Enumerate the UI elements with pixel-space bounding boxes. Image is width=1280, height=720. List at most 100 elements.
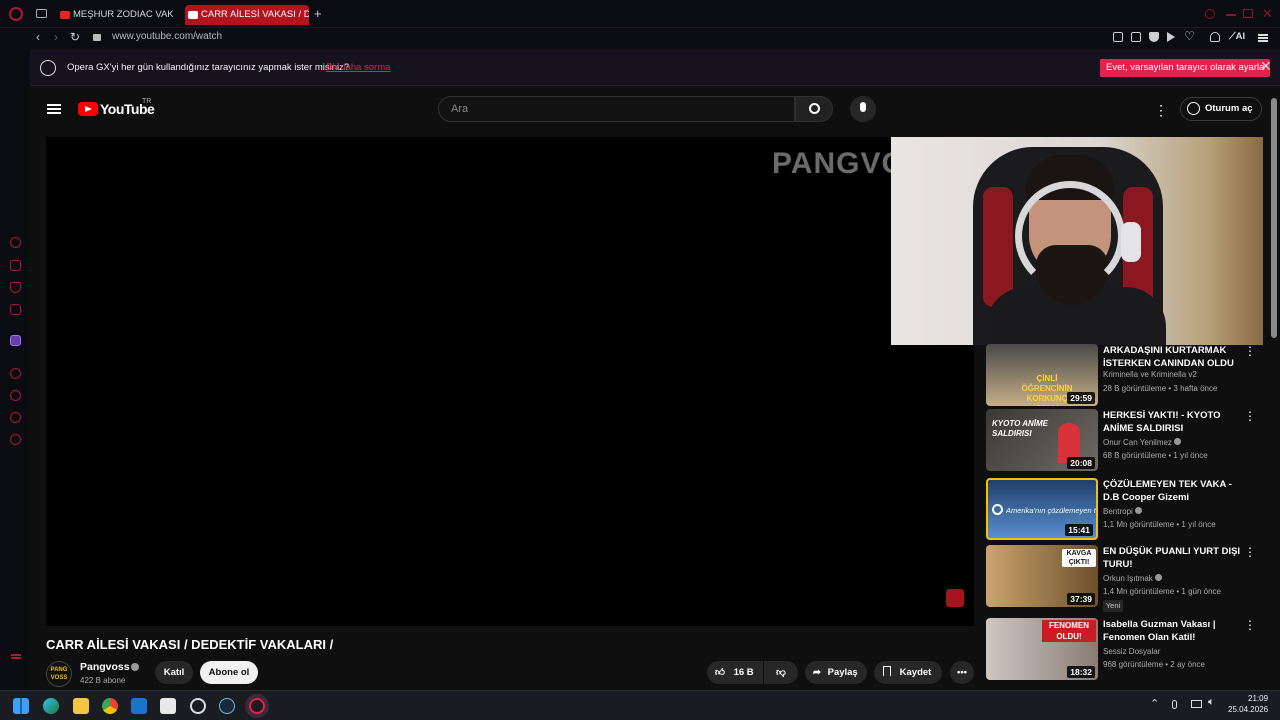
channel-watermark: PANGVO <box>772 147 906 180</box>
new-tab-button[interactable]: + <box>314 6 322 21</box>
search-icon <box>809 103 820 114</box>
play-icon[interactable] <box>1167 32 1175 42</box>
video-thumbnail[interactable]: KAVGA ÇIKTI! 37:39 <box>986 545 1098 607</box>
recommendation-channel[interactable]: Kriminella ve Kriminella v2 <box>1103 370 1197 379</box>
back-icon[interactable]: ‹ <box>36 30 40 44</box>
youtube-favicon-icon <box>188 11 198 19</box>
sidebar-shield-icon[interactable] <box>10 282 21 293</box>
tray-volume-icon[interactable]: 🔈︎ <box>1208 696 1215 709</box>
bookmark-bar-icon[interactable] <box>1131 32 1141 42</box>
search-tabs-icon[interactable] <box>1205 9 1215 19</box>
recommendation-menu-icon[interactable]: ⋮ <box>1244 618 1256 632</box>
channel-name[interactable]: Pangvoss <box>80 661 130 673</box>
reload-icon[interactable]: ↻ <box>70 30 80 44</box>
settings-kebab-icon[interactable]: ⋮ <box>1154 102 1168 119</box>
opera-logo-icon[interactable] <box>9 7 23 21</box>
youtube-logo-icon[interactable] <box>78 102 98 116</box>
channel-avatar[interactable]: PANG VOSS <box>46 661 72 687</box>
forward-icon[interactable]: › <box>54 30 58 44</box>
youtube-branding-icon[interactable] <box>946 589 964 607</box>
tray-display-icon[interactable] <box>1191 700 1202 708</box>
close-prompt-icon[interactable]: ✕ <box>1260 58 1272 75</box>
tray-chevron-icon[interactable]: ⌃ <box>1150 697 1159 710</box>
opera-gx-icon[interactable] <box>249 698 265 714</box>
shield-icon[interactable] <box>1149 32 1159 42</box>
join-button[interactable]: Katıl <box>155 661 193 684</box>
sidebar-settings-icon[interactable] <box>10 434 21 445</box>
set-default-button[interactable]: Evet, varsayılan tarayıcı olarak ayarla <box>1100 59 1271 77</box>
like-button[interactable]: 👍︎ 16 B <box>707 661 763 684</box>
tab-switcher-icon[interactable] <box>36 9 47 18</box>
recommendation-title[interactable]: ARKADAŞINI KURTARMAK İSTERKEN CANINDAN O… <box>1103 344 1243 370</box>
ai-button[interactable]: ⟋AI <box>1229 31 1245 42</box>
sign-in-button[interactable]: Oturum aç <box>1180 97 1262 121</box>
recommendation-channel[interactable]: Bentropi <box>1103 507 1143 516</box>
snapshot-icon[interactable] <box>1113 32 1123 42</box>
recommendation-item[interactable]: Amerika'nın çözülemeyen tek davası 15:41… <box>986 478 1266 542</box>
recommendation-item[interactable]: KAVGA ÇIKTI! 37:39 EN DÜŞÜK PUANLI YURT … <box>986 545 1266 612</box>
share-button[interactable]: ➦ Paylaş <box>805 661 867 684</box>
recommendation-item[interactable]: FENOMEN OLDU! 18:32 Isabella Guzman Vaka… <box>986 618 1266 682</box>
recommendation-title[interactable]: HERKESİ YAKTI! - KYOTO ANİME SALDIRISI <box>1103 409 1243 435</box>
chatgpt-icon[interactable] <box>190 698 206 714</box>
guide-menu-icon[interactable] <box>47 104 61 106</box>
outlook-icon[interactable] <box>131 698 147 714</box>
more-actions-button[interactable]: ••• <box>950 661 974 684</box>
dislike-button[interactable]: 👎︎ <box>764 661 798 684</box>
close-window-button[interactable]: ✕ <box>1262 6 1273 22</box>
taskbar-clock[interactable]: 21:09 25.04.2026 <box>1228 693 1268 715</box>
minimize-button[interactable] <box>1226 14 1236 16</box>
recommendation-meta: 68 B görüntüleme • 1 yıl önce <box>1103 451 1208 460</box>
url-input[interactable]: www.youtube.com/watch <box>112 31 222 42</box>
recommendation-item[interactable]: KYOTO ANİME SALDIRISI 20:08 HERKESİ YAKT… <box>986 409 1266 473</box>
chrome-icon[interactable] <box>102 698 118 714</box>
browser-tabbar: MEŞHUR ZODIAC VAKASI CARR AİLESİ VAKASI … <box>0 0 1280 28</box>
video-thumbnail[interactable]: ÇİNLİ ÖĞRENCİNİN KORKUNÇ SONU 29:59 <box>986 344 1098 406</box>
video-player[interactable]: PANGVO <box>46 137 974 626</box>
sidebar-gx-icon[interactable] <box>10 237 21 248</box>
recommendation-menu-icon[interactable]: ⋮ <box>1244 344 1256 358</box>
heart-icon[interactable]: ♡ <box>1184 29 1195 43</box>
save-button[interactable]: Kaydet <box>874 661 942 684</box>
video-thumbnail[interactable]: KYOTO ANİME SALDIRISI 20:08 <box>986 409 1098 471</box>
microphone-icon <box>860 102 866 112</box>
recommendation-title[interactable]: EN DÜŞÜK PUANLI YURT DIŞI TURU! <box>1103 545 1243 571</box>
store-icon[interactable] <box>160 698 176 714</box>
opera-prompt-icon <box>40 60 56 76</box>
tab-carr[interactable]: CARR AİLESİ VAKASI / DEDEKTİF <box>185 5 309 25</box>
search-button[interactable] <box>795 96 833 122</box>
file-explorer-icon[interactable] <box>73 698 89 714</box>
sidebar-history-icon[interactable] <box>10 390 21 401</box>
sidebar-clock-icon[interactable] <box>10 412 21 423</box>
maximize-button[interactable] <box>1243 9 1253 18</box>
recommendation-item[interactable]: ÇİNLİ ÖĞRENCİNİN KORKUNÇ SONU 29:59 ARKA… <box>986 344 1266 408</box>
recommendation-title[interactable]: Isabella Guzman Vakası | Fenomen Olan Ka… <box>1103 618 1243 644</box>
profile-icon[interactable] <box>1210 32 1220 42</box>
video-thumbnail[interactable]: FENOMEN OLDU! 18:32 <box>986 618 1098 680</box>
recommendation-channel[interactable]: Orkun Işıtmak <box>1103 574 1163 583</box>
tray-mic-icon[interactable] <box>1172 700 1177 709</box>
sidebar-twitch-icon[interactable] <box>10 335 21 346</box>
page-scrollbar[interactable] <box>1271 98 1277 338</box>
sidebar-discord-icon[interactable] <box>10 368 21 379</box>
tab-zodiac[interactable]: MEŞHUR ZODIAC VAKASI <box>57 5 173 25</box>
recommendation-menu-icon[interactable]: ⋮ <box>1244 409 1256 423</box>
recommendation-meta: 968 görüntüleme • 2 ay önce <box>1103 660 1205 669</box>
steam-icon[interactable] <box>219 698 235 714</box>
sidebar-more-icon[interactable] <box>11 654 21 656</box>
windows-start-icon[interactable] <box>13 698 29 714</box>
video-thumbnail[interactable]: Amerika'nın çözülemeyen tek davası 15:41 <box>986 478 1098 540</box>
recommendation-menu-icon[interactable]: ⋮ <box>1244 545 1256 559</box>
sidebar-player-icon[interactable] <box>10 304 21 315</box>
dont-ask-link[interactable]: Bir daha sorma <box>326 62 390 73</box>
edge-icon[interactable] <box>43 698 59 714</box>
sidebar-bag-icon[interactable] <box>10 260 21 271</box>
recommendation-channel[interactable]: Onur Can Yenilmez <box>1103 438 1182 447</box>
search-input[interactable]: Ara <box>438 96 795 122</box>
recommendation-channel[interactable]: Sessiz Dosyalar <box>1103 647 1160 656</box>
prompt-text: Opera GX'yi her gün kullandığınız tarayı… <box>67 62 350 73</box>
voice-search-button[interactable] <box>850 96 876 122</box>
recommendation-title[interactable]: ÇÖZÜLEMEYEN TEK VAKA - D.B Cooper Gizemi <box>1103 478 1243 504</box>
subscribe-button[interactable]: Abone ol <box>200 661 258 684</box>
menu-icon[interactable] <box>1258 34 1268 36</box>
